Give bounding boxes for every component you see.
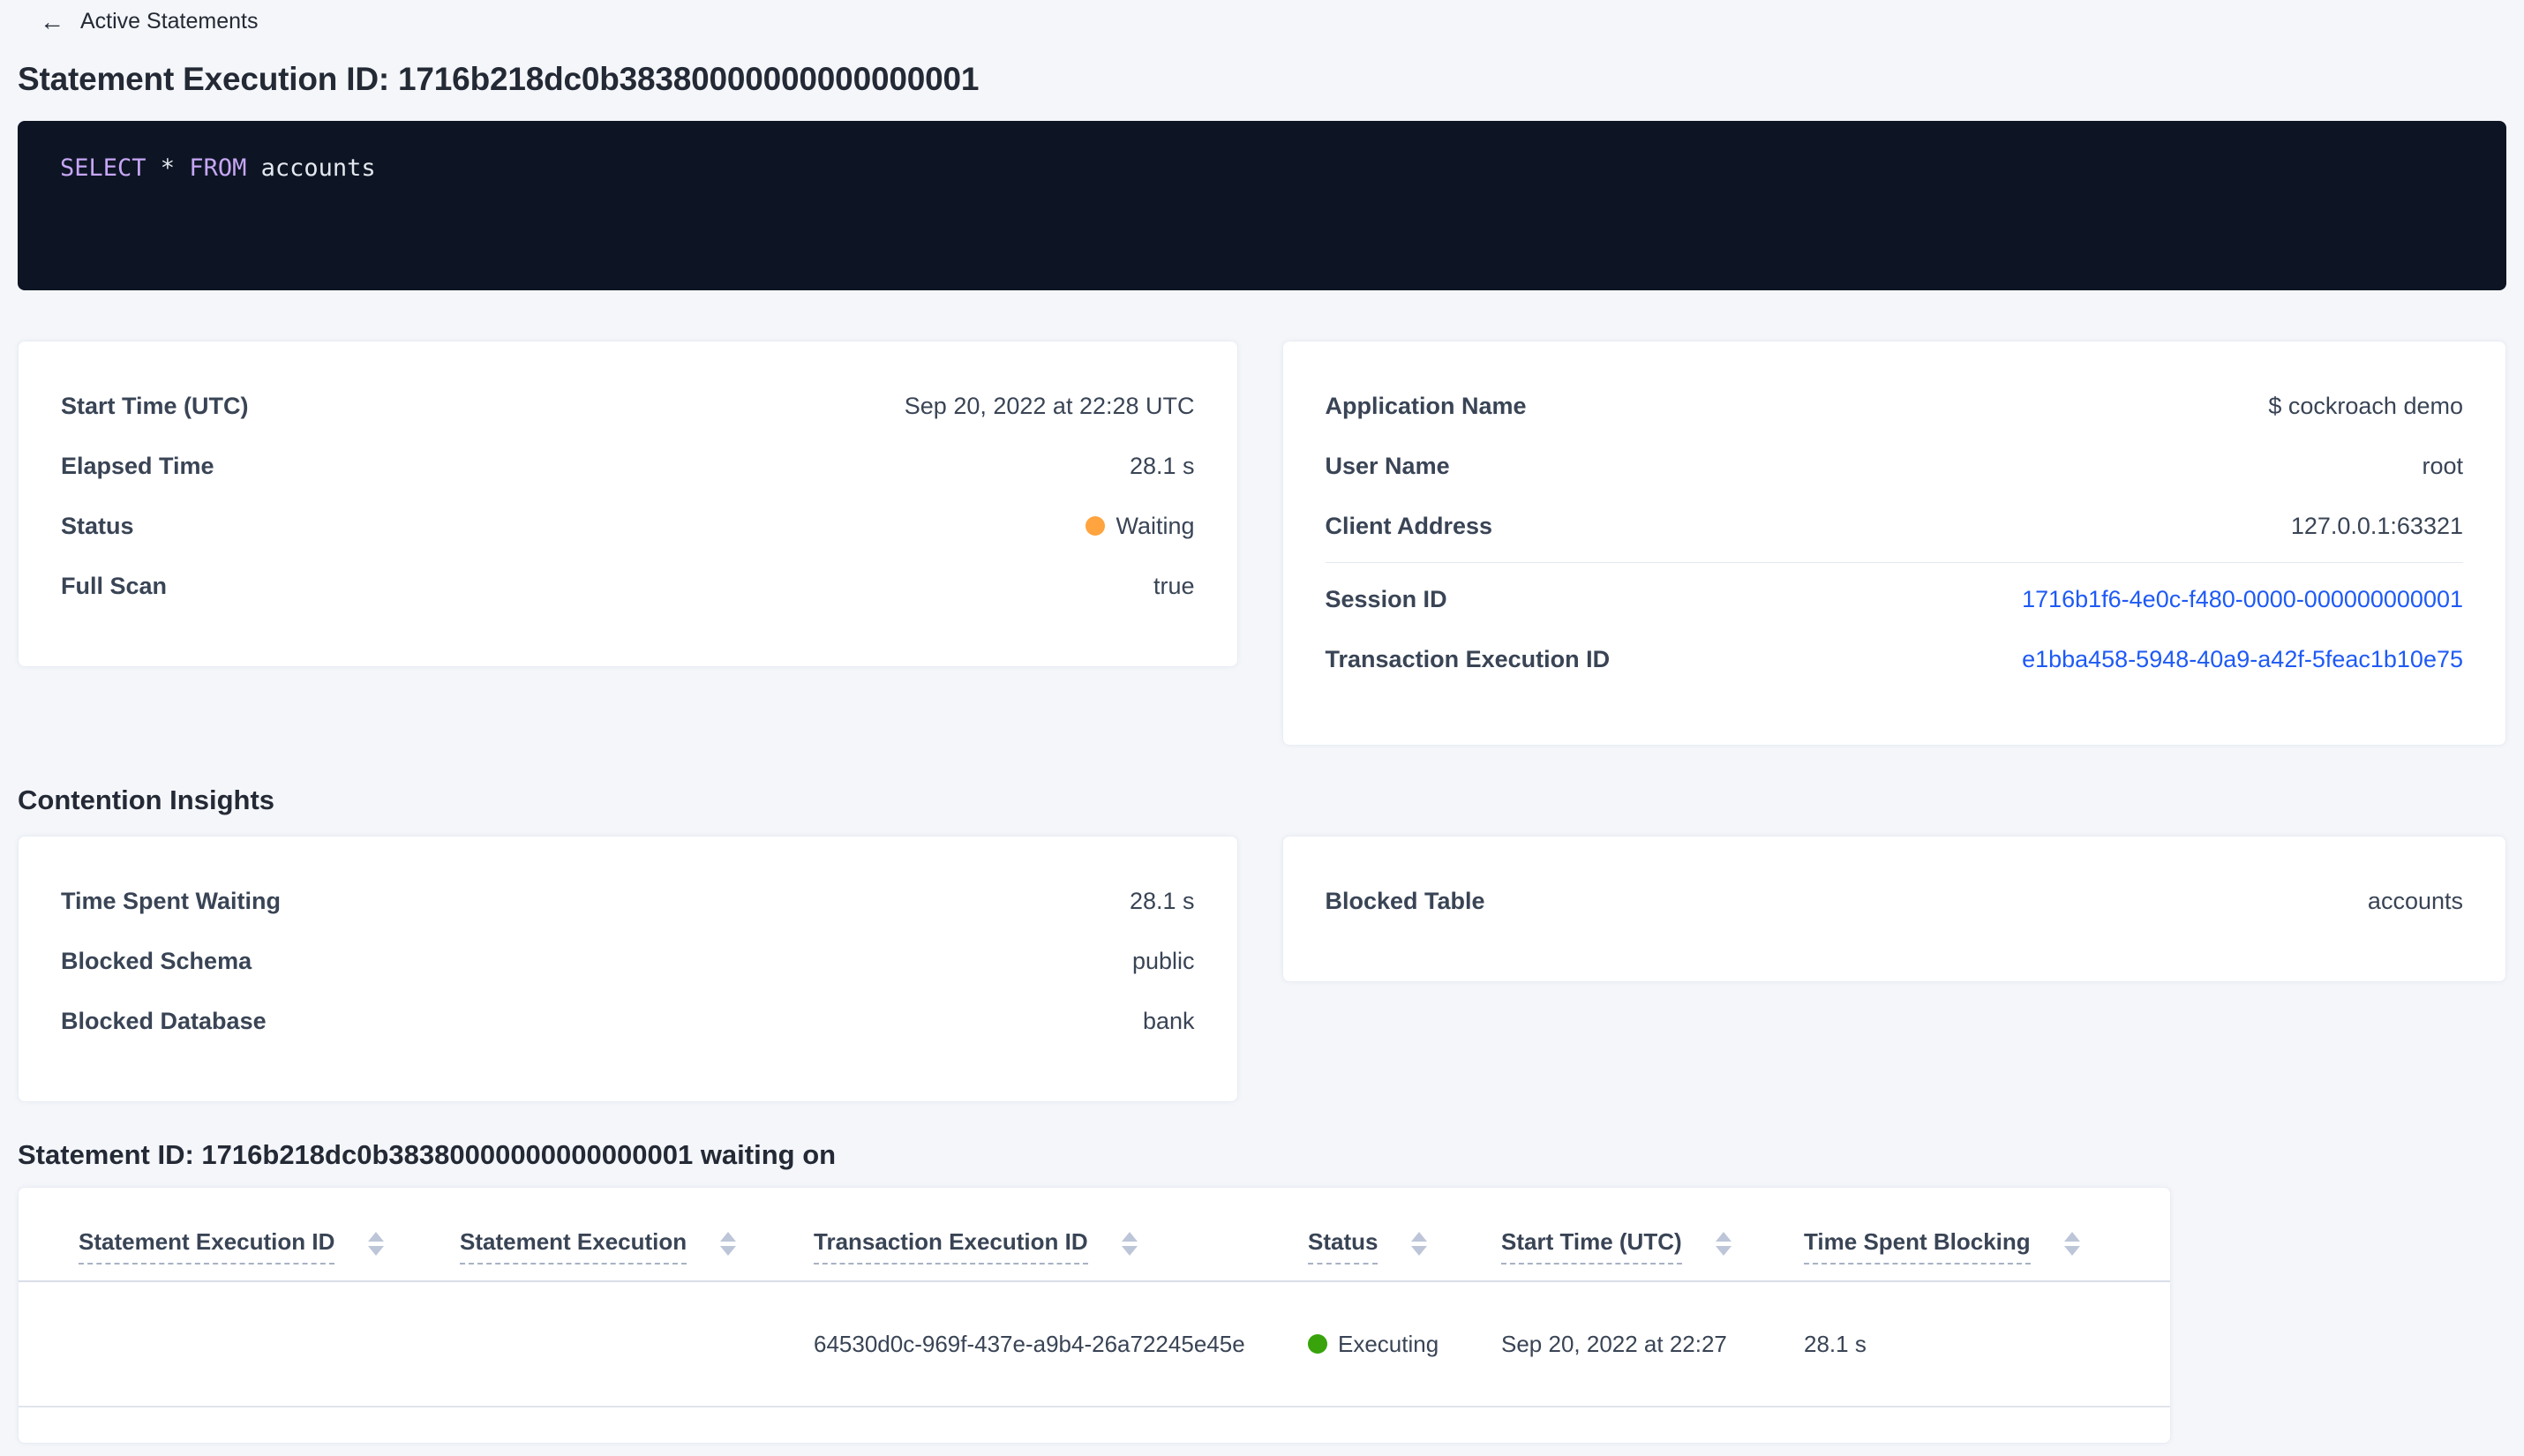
user-name-label: User Name	[1325, 452, 1450, 479]
contention-cards-row: Time Spent Waiting 28.1 s Blocked Schema…	[18, 836, 2506, 1102]
column-header-start-time[interactable]: Start Time (UTC)	[1501, 1228, 1804, 1265]
back-link-active-statements[interactable]: ← Active Statements	[0, 0, 258, 34]
elapsed-time-label: Elapsed Time	[61, 452, 214, 479]
waiting-on-heading: Statement ID: 1716b218dc0b38380000000000…	[18, 1139, 837, 1170]
application-name-label: Application Name	[1325, 392, 1527, 419]
sql-table-name: accounts	[260, 154, 376, 182]
blocked-schema-label: Blocked Schema	[61, 947, 252, 974]
waiting-status-dot-icon	[1085, 516, 1106, 536]
status-value: Waiting	[1116, 512, 1195, 539]
cell-status: Executing	[1308, 1331, 1501, 1358]
sql-keyword-select: SELECT	[60, 154, 161, 182]
table-row: 64530d0c-969f-437e-a9b4-26a72245e45e Exe…	[19, 1282, 2170, 1407]
sort-arrows-icon	[368, 1232, 385, 1256]
executing-status-dot-icon	[1308, 1334, 1327, 1354]
waiting-statements-table: Statement Execution ID Statement Executi…	[18, 1187, 2171, 1444]
cell-transaction-execution-id: 64530d0c-969f-437e-a9b4-26a72245e45e	[814, 1330, 1245, 1357]
back-arrow-icon: ←	[40, 7, 64, 35]
sql-keyword-from: FROM	[189, 154, 261, 182]
status-row: Status Waiting	[61, 511, 1195, 541]
session-id-link[interactable]: 1716b1f6-4e0c-f480-0000-000000000001	[2022, 586, 2463, 613]
status-value-group: Waiting	[1085, 512, 1195, 540]
sort-arrows-icon	[720, 1232, 737, 1256]
status-label: Status	[61, 512, 134, 539]
client-address-row: Client Address 127.0.0.1:63321	[1326, 511, 2463, 541]
contention-insights-heading: Contention Insights	[18, 784, 275, 815]
column-header-time-spent-blocking[interactable]: Time Spent Blocking	[1804, 1228, 2128, 1265]
blocked-database-label: Blocked Database	[61, 1007, 267, 1034]
time-spent-waiting-value: 28.1 s	[1129, 887, 1195, 914]
elapsed-time-value: 28.1 s	[1129, 452, 1195, 479]
session-id-label: Session ID	[1325, 585, 1447, 612]
cell-time-spent-blocking: 28.1 s	[1804, 1330, 1867, 1357]
column-header-transaction-execution-id[interactable]: Transaction Execution ID	[814, 1228, 1308, 1265]
full-scan-label: Full Scan	[61, 572, 168, 599]
session-details-card: Application Name $ cockroach demo User N…	[1281, 341, 2506, 746]
time-spent-waiting-label: Time Spent Waiting	[61, 887, 282, 914]
column-header-status[interactable]: Status	[1308, 1228, 1501, 1265]
sort-arrows-icon	[1411, 1232, 1428, 1256]
start-time-label: Start Time (UTC)	[61, 392, 249, 419]
client-address-value: 127.0.0.1:63321	[2290, 512, 2463, 539]
blocked-table-card: Blocked Table accounts	[1281, 836, 2506, 982]
session-card-divider	[1325, 562, 2463, 563]
full-scan-value: true	[1153, 572, 1195, 599]
start-time-value: Sep 20, 2022 at 22:28 UTC	[904, 392, 1195, 419]
sort-arrows-icon	[1715, 1232, 1731, 1256]
contention-details-card: Time Spent Waiting 28.1 s Blocked Schema…	[18, 836, 1238, 1102]
blocked-table-label: Blocked Table	[1325, 887, 1485, 914]
transaction-execution-id-label: Transaction Execution ID	[1325, 645, 1611, 672]
user-name-value: root	[2422, 452, 2463, 479]
session-id-row: Session ID 1716b1f6-4e0c-f480-0000-00000…	[1326, 584, 2463, 614]
blocked-database-row: Blocked Database bank	[61, 1006, 1195, 1036]
transaction-execution-id-row: Transaction Execution ID e1bba458-5948-4…	[1326, 644, 2463, 674]
cell-status-text: Executing	[1338, 1330, 1439, 1357]
column-header-statement-execution-id[interactable]: Statement Execution ID	[79, 1228, 460, 1265]
blocked-table-row: Blocked Table accounts	[1326, 886, 2463, 916]
statement-execution-details-page: ← Active Statements Statement Execution …	[0, 0, 2524, 1456]
column-header-statement-execution[interactable]: Statement Execution	[460, 1228, 814, 1265]
sort-arrows-icon	[1121, 1232, 1138, 1256]
transaction-execution-id-link[interactable]: e1bba458-5948-40a9-a42f-5feac1b10e75	[2022, 646, 2463, 673]
cell-start-time: Sep 20, 2022 at 22:27	[1501, 1330, 1727, 1357]
application-name-value: $ cockroach demo	[2268, 392, 2463, 419]
sql-statement-text: SELECT * FROM accounts	[60, 154, 2464, 183]
execution-details-card: Start Time (UTC) Sep 20, 2022 at 22:28 U…	[18, 341, 1238, 667]
table-header-row: Statement Execution ID Statement Executi…	[19, 1188, 2170, 1282]
blocked-database-value: bank	[1142, 1007, 1195, 1034]
user-name-row: User Name root	[1326, 451, 2463, 481]
application-name-row: Application Name $ cockroach demo	[1326, 391, 2463, 421]
blocked-schema-value: public	[1131, 947, 1195, 974]
time-spent-waiting-row: Time Spent Waiting 28.1 s	[61, 886, 1195, 916]
elapsed-time-row: Elapsed Time 28.1 s	[61, 451, 1195, 481]
overview-cards-row: Start Time (UTC) Sep 20, 2022 at 22:28 U…	[18, 341, 2506, 746]
page-title: Statement Execution ID: 1716b218dc0b3838…	[18, 61, 980, 97]
sql-star: *	[160, 154, 190, 182]
client-address-label: Client Address	[1325, 512, 1493, 539]
full-scan-row: Full Scan true	[61, 571, 1195, 601]
back-link-label: Active Statements	[80, 9, 259, 34]
sql-statement-box: SELECT * FROM accounts	[18, 121, 2506, 290]
blocked-table-value: accounts	[2367, 887, 2463, 914]
start-time-row: Start Time (UTC) Sep 20, 2022 at 22:28 U…	[61, 391, 1195, 421]
blocked-schema-row: Blocked Schema public	[61, 946, 1195, 976]
sort-arrows-icon	[2063, 1232, 2080, 1256]
